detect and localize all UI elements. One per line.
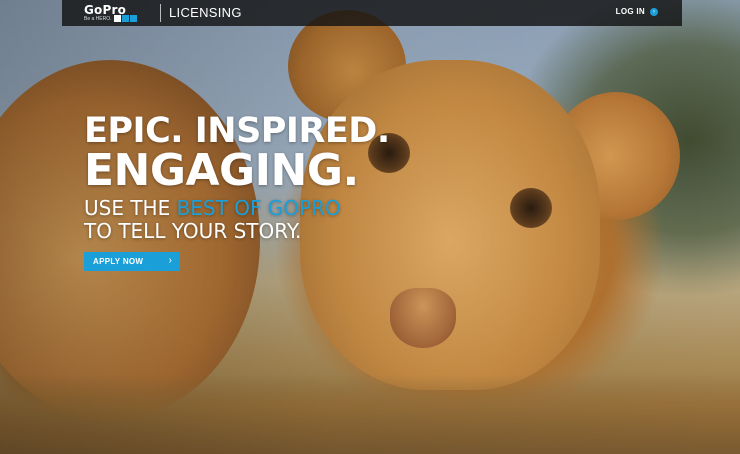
lion-nose-image	[390, 288, 456, 348]
header-divider	[160, 4, 161, 22]
apply-now-label: APPLY NOW	[93, 257, 144, 266]
subheadline-line-2: TO TELL YOUR STORY.	[84, 219, 302, 243]
logo-tagline: Be a HERO.	[84, 16, 112, 22]
gopro-logo[interactable]: GoPro Be a HERO.	[84, 3, 150, 23]
top-navigation-bar: GoPro Be a HERO. LICENSING LOG IN ›	[62, 0, 682, 26]
lion-ear-image	[552, 92, 680, 220]
lion-eye-image	[510, 188, 552, 228]
arrow-circle-icon: ›	[650, 7, 658, 16]
grass-foreground	[0, 374, 740, 454]
hero-subheadline: USE THE BEST OF GOPRO TO TELL YOUR STORY…	[84, 197, 390, 243]
headline-line-1: EPIC. INSPIRED.	[84, 111, 390, 151]
apply-now-button[interactable]: APPLY NOW ›	[84, 252, 180, 271]
chevron-right-icon: ›	[168, 255, 172, 266]
logo-boxes-icon	[114, 15, 137, 22]
headline-line-2: ENGAGING.	[84, 145, 359, 196]
subheadline-accent: BEST OF GOPRO	[176, 196, 341, 220]
login-label: LOG IN	[615, 7, 645, 16]
login-link[interactable]: LOG IN ›	[616, 7, 658, 16]
hero-headline: EPIC. INSPIRED. ENGAGING. USE THE BEST O…	[84, 113, 390, 243]
section-title: LICENSING	[169, 5, 242, 20]
subheadline-prefix: USE THE	[84, 196, 177, 220]
lion-ear-image	[288, 10, 406, 122]
